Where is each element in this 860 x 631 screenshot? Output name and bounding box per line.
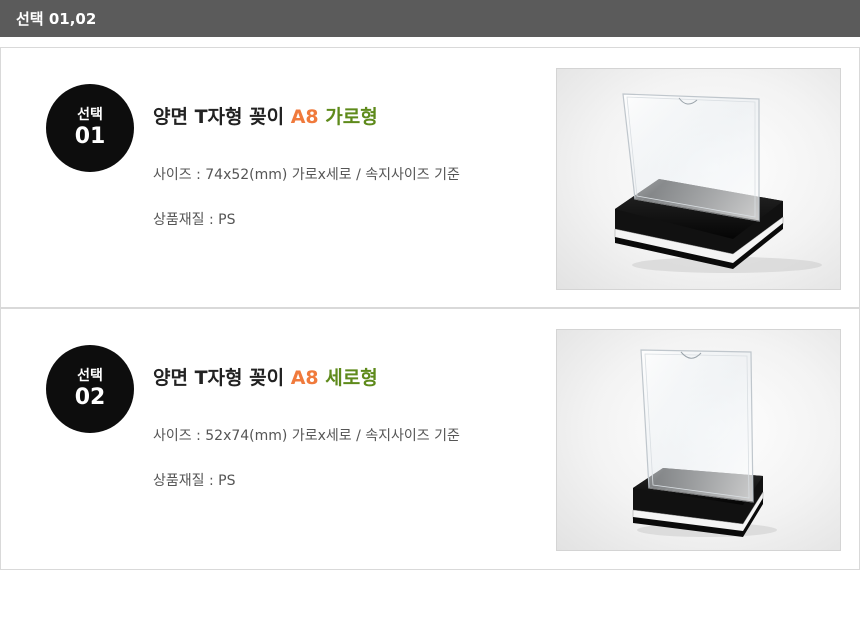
horizontal-acrylic-stand-photo <box>556 68 841 290</box>
option-size-text: 사이즈 : 74x52(mm) 가로x세로 / 속지사이즈 기준 <box>153 167 460 183</box>
option-title: 양면 T자형 꽂이 A8 세로형 <box>153 363 378 390</box>
option-material-text: 상품재질 : PS <box>153 473 236 489</box>
section-header: 선택 01,02 <box>0 0 860 37</box>
vertical-acrylic-stand-photo <box>556 329 841 551</box>
option-title-main: 양면 T자형 꽂이 <box>153 106 291 128</box>
badge-label: 선택 <box>77 368 103 384</box>
option-badge: 선택 01 <box>46 84 134 172</box>
option-title-size: A8 <box>290 106 319 128</box>
option-panel-02: 선택 02 양면 T자형 꽂이 A8 세로형 사이즈 : 52x74(mm) 가… <box>0 308 860 570</box>
section-header-title: 선택 01,02 <box>16 10 97 28</box>
badge-number: 02 <box>74 385 106 410</box>
option-title-orientation: 세로형 <box>325 367 378 389</box>
option-title-size: A8 <box>290 367 319 389</box>
option-title-orientation: 가로형 <box>325 106 378 128</box>
option-size-text: 사이즈 : 52x74(mm) 가로x세로 / 속지사이즈 기준 <box>153 428 460 444</box>
badge-label: 선택 <box>77 107 103 123</box>
option-panel-01: 선택 01 양면 T자형 꽂이 A8 가로형 사이즈 : 74x52(mm) 가… <box>0 47 860 308</box>
option-title-main: 양면 T자형 꽂이 <box>153 367 291 389</box>
option-badge: 선택 02 <box>46 345 134 433</box>
badge-number: 01 <box>74 124 106 149</box>
option-title: 양면 T자형 꽂이 A8 가로형 <box>153 102 378 129</box>
option-material-text: 상품재질 : PS <box>153 212 236 228</box>
